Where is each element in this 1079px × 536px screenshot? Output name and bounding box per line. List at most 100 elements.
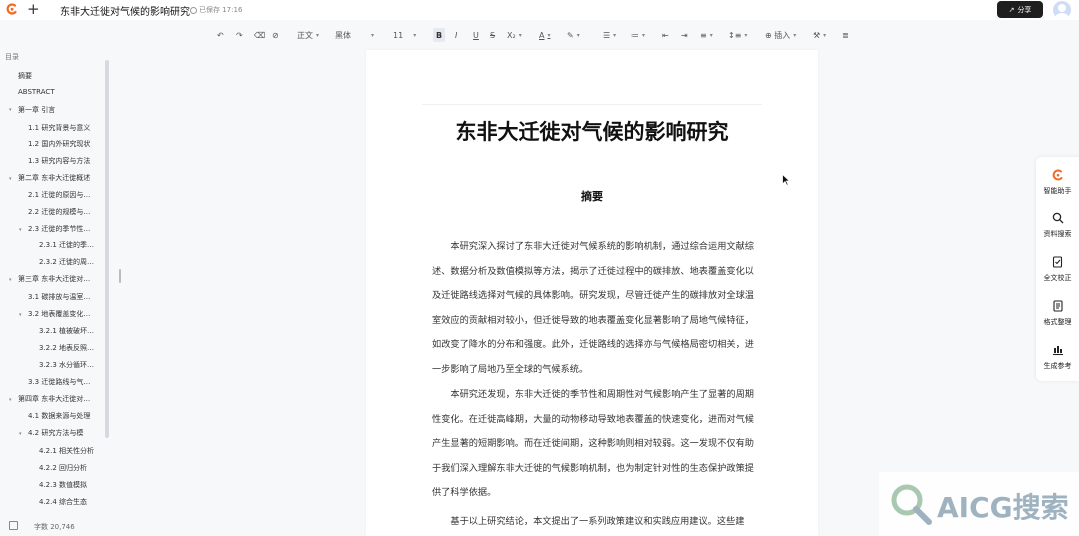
redo-icon[interactable]: ↷ xyxy=(236,28,243,42)
outline-item[interactable]: 3.2.2 地表反照… xyxy=(39,343,99,353)
subscript-button[interactable]: X₂ ▾ xyxy=(507,28,522,42)
outline-item[interactable]: 第二章 东非大迁徙概述 xyxy=(18,173,98,183)
outline-item[interactable]: 4.2.1 相关性分析 xyxy=(39,446,99,456)
outline-item[interactable]: 摘要 xyxy=(18,71,32,81)
outline-item[interactable]: 2.3.1 迁徙的季… xyxy=(39,240,99,250)
font-size-select[interactable]: 11 ▾ xyxy=(393,28,416,42)
collapse-icon[interactable]: ▾ xyxy=(9,397,12,403)
outline-item[interactable]: 2.3 迁徙的季节性… xyxy=(28,224,98,234)
chevron-down-icon: ▾ xyxy=(576,31,580,39)
outdent-button[interactable]: ⇤ xyxy=(662,28,669,42)
collapse-icon[interactable]: ▾ xyxy=(9,277,12,283)
abstract-heading[interactable]: 摘要 xyxy=(366,188,818,204)
app-logo-icon[interactable] xyxy=(6,3,18,15)
outline-item[interactable]: 3.2.1 植被破坏… xyxy=(39,326,99,336)
outline-item[interactable]: 第四章 东非大迁徙对… xyxy=(18,394,98,404)
format-tidy-button[interactable]: 格式整理 xyxy=(1036,300,1079,327)
outline-item[interactable]: 3.2 地表覆盖变化… xyxy=(28,309,98,319)
word-count: 字数 20,746 xyxy=(34,523,75,531)
outline-item[interactable]: 3.1 碳排放与温室… xyxy=(28,292,98,302)
line-spacing-button[interactable]: ↕≡ ▾ xyxy=(728,28,747,42)
abstract-paragraph[interactable]: 基于以上研究结论，本文提出了一系列政策建议和实践应用建议。这些建 xyxy=(432,510,754,535)
outline-sidebar: 目录 摘要 ABSTRACT ▾ 第一章 引言 1.1 研究背景与意义 1.2 … xyxy=(0,46,110,536)
proofread-button[interactable]: 全文校正 xyxy=(1036,256,1079,283)
smart-assistant-label: 智能助手 xyxy=(1043,187,1072,195)
outline-item[interactable]: 第一章 引言 xyxy=(18,105,55,115)
outline-item[interactable]: 3.3 迁徙路线与气… xyxy=(28,377,98,387)
format-painter-icon[interactable]: ⌫ xyxy=(254,28,265,42)
chevron-down-icon: ▾ xyxy=(744,31,748,39)
outline-item[interactable]: 4.2.3 数值模拟 xyxy=(39,480,99,490)
highlight-button[interactable]: ✎ ▾ xyxy=(567,28,580,42)
top-bar: + 东非大迁徙对气候的影响研究 已保存 17:16 ↗ 分享 xyxy=(0,0,1079,20)
insert-label: 插入 xyxy=(774,30,791,40)
save-status-text: 已保存 17:16 xyxy=(199,6,243,14)
material-search-label: 资料搜索 xyxy=(1043,230,1072,238)
tools-button[interactable]: ⚒ ▾ xyxy=(813,28,826,42)
outline-scrollbar[interactable] xyxy=(105,60,109,438)
undo-icon[interactable]: ↶ xyxy=(217,28,224,42)
chevron-down-icon: ▾ xyxy=(823,31,827,39)
smart-assistant-button[interactable]: 智能助手 xyxy=(1036,169,1079,196)
outline-item[interactable]: 1.3 研究内容与方法 xyxy=(28,156,98,166)
abstract-paragraph[interactable]: 本研究还发现，东非大迁徙的季节性和周期性对气候影响产生了显著的周期性变化。在迁徙… xyxy=(432,383,754,506)
chevron-down-icon: ▾ xyxy=(316,31,320,39)
outline-item[interactable]: 2.3.2 迁徙的周… xyxy=(39,257,99,267)
font-color-button[interactable]: A ▾ xyxy=(539,28,551,42)
collapse-icon[interactable]: ▾ xyxy=(9,107,12,113)
outline-item[interactable]: 2.1 迁徙的原因与… xyxy=(28,190,98,200)
format-icon xyxy=(1036,300,1079,314)
strikethrough-button[interactable]: S xyxy=(490,28,495,42)
watermark-text: AICG搜索 xyxy=(937,491,1069,524)
collapse-icon[interactable]: ▾ xyxy=(19,227,22,233)
proofread-icon xyxy=(1036,256,1079,270)
abstract-paragraph[interactable]: 本研究深入探讨了东非大迁徙对气候系统的影响机制，通过综合运用文献综述、数据分析及… xyxy=(432,235,754,382)
share-icon: ↗ xyxy=(1008,5,1015,14)
share-button[interactable]: ↗ 分享 xyxy=(997,1,1043,18)
format-tidy-label: 格式整理 xyxy=(1043,318,1072,326)
new-document-icon[interactable]: + xyxy=(27,1,40,17)
generate-reference-label: 生成参考 xyxy=(1043,362,1072,370)
outline-item[interactable]: 4.1 数据来源与处理 xyxy=(28,411,98,421)
outline-item[interactable]: 4.2.2 回归分析 xyxy=(39,463,99,473)
material-search-button[interactable]: 资料搜索 xyxy=(1036,212,1079,239)
word-count-icon[interactable] xyxy=(9,521,18,530)
search-icon xyxy=(1036,212,1079,226)
paragraph-style-value: 正文 xyxy=(297,30,313,40)
italic-button[interactable]: I xyxy=(455,28,457,42)
font-family-select[interactable]: 黑体 ▾ xyxy=(335,28,374,42)
paragraph-style-select[interactable]: 正文 ▾ xyxy=(297,28,319,42)
user-avatar[interactable] xyxy=(1053,1,1071,19)
outline-item[interactable]: 4.2.4 综合生态 xyxy=(39,497,99,507)
generate-reference-button[interactable]: 生成参考 xyxy=(1036,344,1079,371)
bold-button[interactable]: B xyxy=(433,28,446,42)
outline-title: 目录 xyxy=(5,53,19,61)
chevron-down-icon: ▾ xyxy=(709,31,713,39)
outline-item[interactable]: ABSTRACT xyxy=(18,88,55,96)
collapse-icon[interactable]: ▾ xyxy=(9,176,12,182)
bullet-list-button[interactable]: ☰ ▾ xyxy=(603,28,616,42)
outline-item[interactable]: 2.2 迁徙的规模与… xyxy=(28,207,98,217)
outline-item[interactable]: 4.2 研究方法与模 xyxy=(28,428,98,438)
outline-item[interactable]: 1.1 研究背景与意义 xyxy=(28,123,98,133)
numbered-list-button[interactable]: ≔ ▾ xyxy=(631,28,645,42)
outline-item[interactable]: 1.2 国内外研究现状 xyxy=(28,139,98,149)
outline-item[interactable]: 3.2.3 水分循环… xyxy=(39,360,99,370)
align-button[interactable]: ≡ ▾ xyxy=(700,28,713,42)
mouse-cursor-icon xyxy=(782,174,790,186)
paper-title[interactable]: 东非大迁徙对气候的影响研究 xyxy=(366,116,818,146)
chevron-down-icon: ▾ xyxy=(613,31,617,39)
document-title[interactable]: 东非大迁徙对气候的影响研究 xyxy=(60,3,190,18)
outline-item[interactable]: 第三章 东非大迁徙对… xyxy=(18,274,98,284)
clear-format-icon[interactable]: ⊘ xyxy=(272,28,279,42)
insert-button[interactable]: ⊕ 插入 ▾ xyxy=(765,28,796,42)
more-options-icon[interactable]: ≣ xyxy=(842,28,849,42)
collapse-icon[interactable]: ▾ xyxy=(19,312,22,318)
chevron-down-icon: ▾ xyxy=(547,31,551,39)
underline-button[interactable]: U xyxy=(473,28,479,42)
assistant-logo-icon xyxy=(1036,169,1079,183)
indent-button[interactable]: ⇥ xyxy=(681,28,688,42)
collapse-icon[interactable]: ▾ xyxy=(19,431,22,437)
sidebar-resize-handle[interactable] xyxy=(119,269,121,283)
document-page[interactable]: 东非大迁徙对气候的影响研究 摘要 本研究深入探讨了东非大迁徙对气候系统的影响机制… xyxy=(366,50,818,536)
